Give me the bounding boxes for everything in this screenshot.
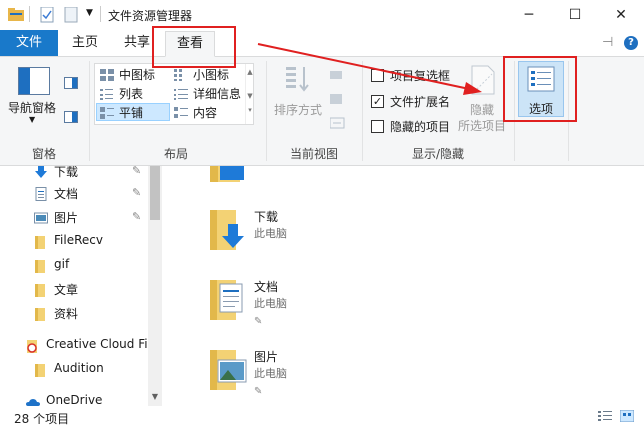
pin-icon[interactable]: ✎	[254, 316, 262, 327]
large-icons-view-icon[interactable]	[620, 410, 634, 422]
nav-item-label: 资料	[54, 307, 79, 321]
details-view-icon[interactable]	[598, 410, 612, 422]
navigation-pane: 下载 ✎ 文档 ✎ 图片 ✎ FileRecv gif 文章 资料 Creati…	[0, 166, 162, 406]
item-name: 下载	[254, 210, 279, 224]
nav-item-label: Audition	[54, 361, 104, 375]
folder-icon	[35, 236, 45, 249]
folder-icon	[35, 260, 45, 273]
item-location: 此电脑	[254, 297, 287, 310]
nav-item-label: 图片	[54, 211, 79, 225]
nav-item-creative-cloud[interactable]: Creative Cloud Fil	[0, 334, 151, 358]
nav-item-pictures[interactable]: 图片 ✎	[0, 206, 148, 230]
pin-icon[interactable]: ✎	[254, 386, 262, 397]
nav-item-filerecv[interactable]: FileRecv	[0, 230, 148, 254]
nav-item-label: Creative Cloud Fil	[46, 337, 151, 351]
status-bar: 28 个项目	[0, 406, 644, 428]
nav-scrollbar[interactable]: ▼	[148, 166, 162, 406]
nav-item-label: 文章	[54, 283, 79, 297]
scroll-down-icon[interactable]: ▼	[150, 392, 160, 401]
documents-folder-icon	[210, 280, 243, 320]
list-item-pictures[interactable]: 图片 此电脑 ✎	[206, 346, 406, 406]
folder-icon	[35, 364, 45, 377]
nav-item-onedrive[interactable]: OneDrive	[0, 390, 148, 406]
pin-icon[interactable]: ✎	[132, 210, 141, 223]
onedrive-icon	[26, 399, 40, 406]
download-folder-icon	[210, 210, 244, 250]
item-location: 此电脑	[254, 227, 287, 240]
nav-item-label: FileRecv	[54, 233, 103, 247]
folder-icon	[35, 308, 45, 321]
annotation-arrow	[257, 43, 482, 95]
item-count: 28 个项目	[14, 412, 70, 426]
creative-cloud-icon	[27, 340, 37, 353]
item-location: 此电脑	[254, 367, 287, 380]
list-item-documents[interactable]: 文档 此电脑 ✎	[206, 276, 406, 346]
nav-item-articles[interactable]: 文章	[0, 278, 148, 302]
list-item-downloads[interactable]: 下载 此电脑	[206, 206, 406, 276]
content-pane: ✎ 下载 此电脑 文档 此电脑 ✎ 图片 此电脑 ✎	[162, 166, 644, 406]
nav-item-label: gif	[54, 257, 70, 271]
pictures-folder-icon	[210, 350, 247, 390]
nav-item-gif[interactable]: gif	[0, 254, 148, 278]
item-name: 图片	[254, 350, 279, 364]
folder-icon	[35, 284, 45, 297]
nav-item-audition[interactable]: Audition	[0, 358, 148, 382]
nav-item-materials[interactable]: 资料	[0, 302, 148, 326]
nav-item-label: OneDrive	[46, 393, 103, 406]
item-name: 文档	[254, 280, 279, 294]
picture-icon	[34, 212, 48, 224]
